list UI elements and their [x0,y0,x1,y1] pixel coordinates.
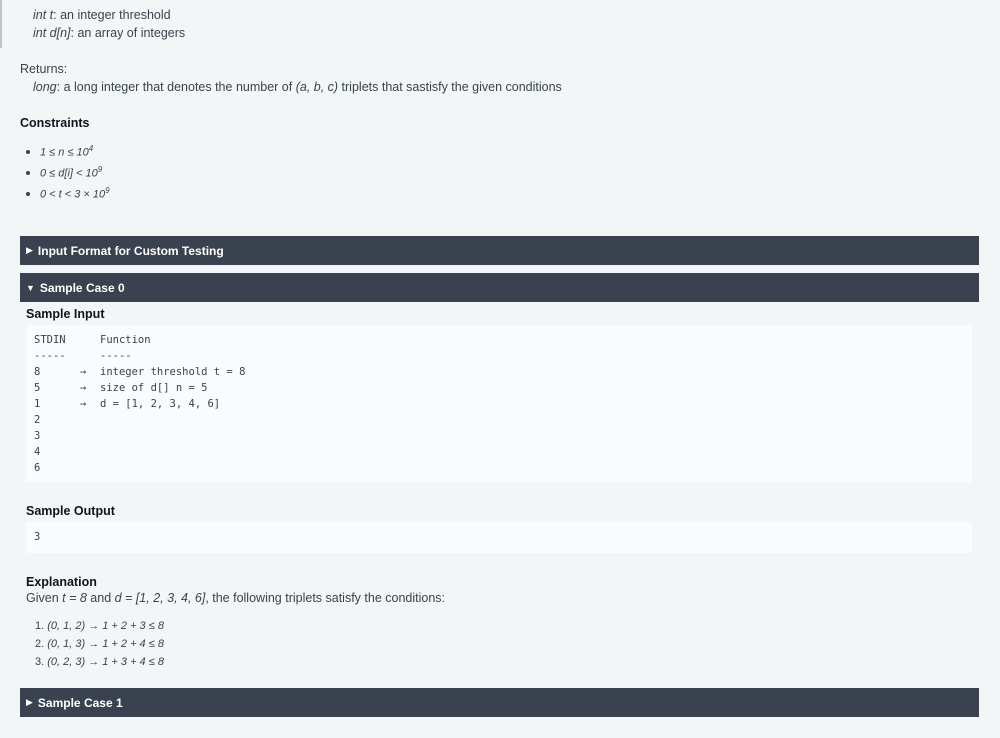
constraints-list: 1 ≤ n ≤ 104 0 ≤ d[i] < 109 0 < t < 3 × 1… [26,144,110,207]
function-desc: integer threshold t = 8 [100,366,246,378]
returns-type: long [33,80,57,94]
sample-case-0-label: Sample Case 0 [39,280,125,295]
stdin-value: 5 [34,382,41,394]
param-t-desc: : an integer threshold [53,8,171,22]
sample-output-title: Sample Output [26,504,115,518]
returns-desc-pre: : a long integer that denotes the number… [56,80,296,94]
function-divider: ----- [100,350,132,362]
constraint-item: 1 ≤ n ≤ 104 [26,144,110,165]
function-desc: size of d[] n = 5 [100,382,208,394]
stdin-value: 6 [34,462,41,474]
stdin-value: 8 [34,366,41,378]
function-header: Function [100,334,151,346]
arrow-right-icon: → [80,398,87,410]
triplet-list: 1. (0, 1, 2) → 1 + 2 + 3 ≤ 8 2. (0, 1, 3… [35,620,164,674]
constraint-item: 0 ≤ d[i] < 109 [26,165,110,186]
param-d: int d[n]: an array of integers [33,26,185,40]
returns-description: long: a long integer that denotes the nu… [33,80,562,94]
param-t: int t: an integer threshold [33,8,171,22]
sample-case-1-toggle[interactable]: ▶ Sample Case 1 [20,688,979,717]
constraint-exp: 9 [97,165,103,174]
stdin-value: 1 [34,398,41,410]
returns-desc-post: triplets that sastisfy the given conditi… [338,80,562,94]
sample-output-code: 3 [26,522,972,553]
explanation-title: Explanation [26,575,97,589]
triplet-expr: (0, 1, 3) → 1 + 2 + 4 ≤ 8 [47,638,164,650]
sample-case-0-toggle[interactable]: ▼ Sample Case 0 [20,273,979,302]
function-desc: d = [1, 2, 3, 4, 6] [100,398,221,410]
triplet-item: 3. (0, 2, 3) → 1 + 3 + 4 ≤ 8 [35,656,164,674]
param-t-name: int t [33,8,54,22]
stdin-header: STDIN [34,334,66,346]
param-d-desc: : an array of integers [70,26,186,40]
expl-rest: , the following triplets satisfy the con… [205,591,446,605]
caret-down-icon: ▼ [26,282,35,293]
sample-case-1-label: Sample Case 1 [37,695,123,710]
triplet-item: 1. (0, 1, 2) → 1 + 2 + 3 ≤ 8 [35,620,164,638]
expl-t: t = 8 [62,591,87,605]
triplet-num: 3. [35,656,48,668]
constraint-item: 0 < t < 3 × 109 [26,186,110,207]
constraint-exp: 9 [105,186,110,195]
returns-label: Returns: [20,62,68,76]
expl-given: Given [26,591,63,605]
triplet-num: 1. [35,620,48,632]
expl-d: d = [1, 2, 3, 4, 6] [114,591,206,605]
explanation-text: Given t = 8 and d = [1, 2, 3, 4, 6], the… [26,591,445,605]
stdin-value: 4 [34,446,41,458]
constraint-text: 1 ≤ n ≤ 10 [40,146,89,159]
stdin-divider: ----- [34,350,66,362]
stdin-value: 2 [34,414,41,426]
constraint-exp: 4 [88,144,94,153]
sample-input-title: Sample Input [26,307,105,321]
arrow-right-icon: → [80,382,87,394]
constraint-text: 0 < t < 3 × 10 [40,188,106,201]
stdin-value: 3 [34,430,41,442]
param-d-name: int d[n] [33,26,71,40]
output-value: 3 [34,531,41,543]
triplet-num: 2. [35,638,48,650]
caret-right-icon: ▶ [26,697,33,707]
caret-right-icon: ▶ [26,245,33,255]
triplet-expr: (0, 2, 3) → 1 + 3 + 4 ≤ 8 [47,656,164,668]
constraint-text: 0 ≤ d[i] < 10 [40,167,98,180]
sample-input-code: STDIN Function ----- ----- 8 → integer thres… [26,325,972,482]
arrow-right-icon: → [80,366,87,378]
left-border-rule [0,0,2,48]
expl-and: and [86,591,115,605]
input-format-toggle[interactable]: ▶ Input Format for Custom Testing [20,236,979,265]
constraints-title: Constraints [20,116,90,130]
triplet-item: 2. (0, 1, 3) → 1 + 2 + 4 ≤ 8 [35,638,164,656]
input-format-label: Input Format for Custom Testing [37,243,224,258]
triplet-expr: (0, 1, 2) → 1 + 2 + 3 ≤ 8 [47,620,164,632]
returns-tuple: (a, b, c) [295,80,339,94]
